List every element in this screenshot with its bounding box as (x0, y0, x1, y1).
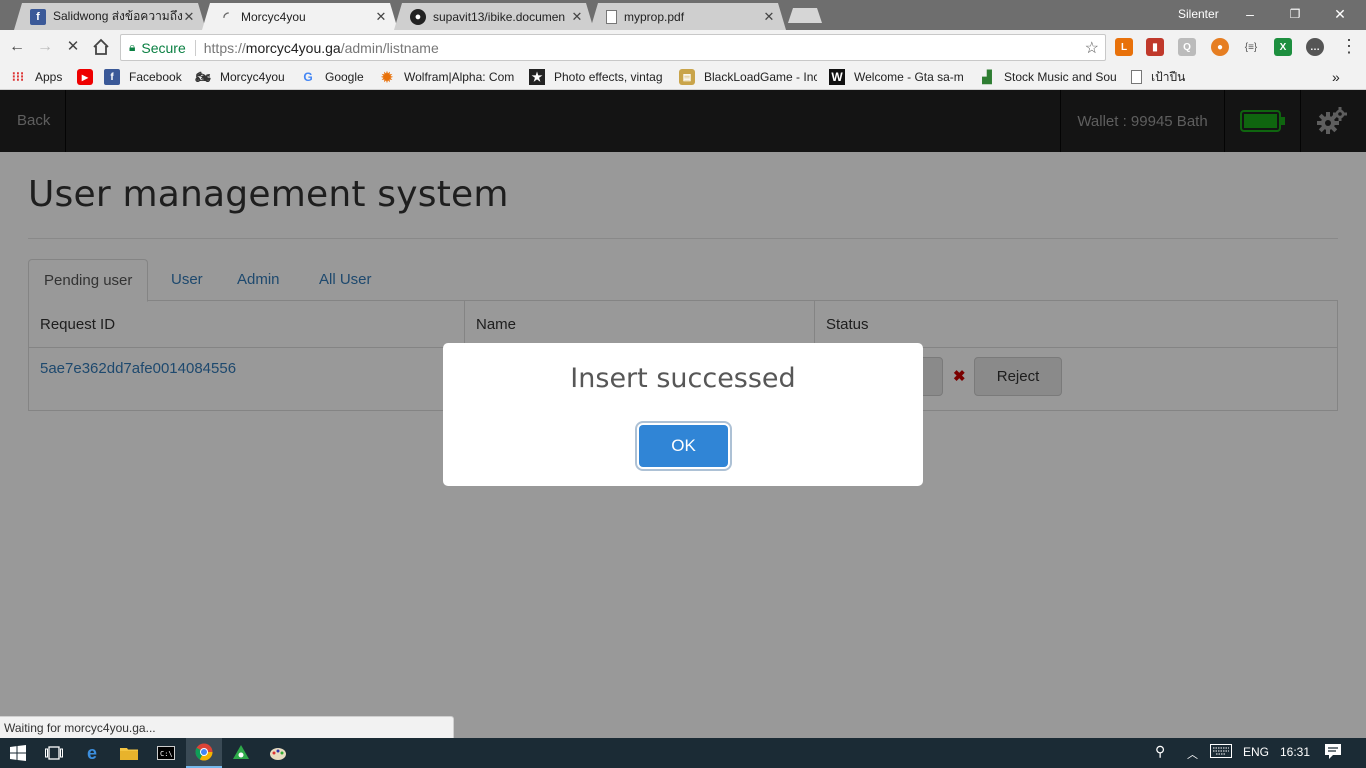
close-tab-icon[interactable]: ✕ (570, 9, 584, 25)
paint-icon[interactable] (260, 738, 296, 768)
back-arrow-icon[interactable]: ← (8, 38, 26, 56)
address-bar[interactable]: 🔒︎ Secure https:// morcyc4you.ga /admin/… (120, 34, 1106, 61)
clock-time[interactable]: 16:31 (1280, 745, 1310, 759)
stop-loading-icon[interactable]: ✕ (64, 38, 82, 56)
bookmark-label: BlackLoadGame - Inc (704, 70, 817, 84)
bookmark-blackloadgame[interactable]: ▤ BlackLoadGame - Inc (679, 68, 817, 86)
success-dialog: Insert successed OK (443, 343, 923, 486)
ok-button[interactable]: OK (639, 425, 728, 467)
show-hidden-icons-chevron-icon[interactable]: ︿ (1187, 746, 1198, 762)
tab-morcyc4you[interactable]: ◜ Morcyc4you ✕ (202, 3, 398, 30)
bookmark-thai[interactable]: เป้าปืน (1131, 68, 1185, 86)
new-tab-button[interactable] (788, 8, 822, 23)
bookmark-label: Morcyc4you (220, 70, 285, 84)
input-language[interactable]: ENG (1243, 745, 1269, 759)
document-icon (606, 9, 617, 24)
close-tab-icon[interactable]: ✕ (374, 9, 388, 25)
close-window-button[interactable]: ✕ (1329, 4, 1351, 24)
bookmarks-bar: ⁝⁝⁝ Apps ▶ f Facebook 🏍︎ Morcyc4you G Go… (0, 64, 1366, 90)
facebook-icon: f (104, 69, 120, 85)
home-icon[interactable] (92, 38, 110, 56)
star-icon: ★ (529, 69, 545, 85)
extension-icon[interactable]: L (1115, 38, 1133, 56)
extension-icon[interactable]: … (1306, 38, 1324, 56)
command-prompt-icon[interactable]: C:\ (148, 738, 184, 768)
browser-tab-strip: f Salidwong ส่งข้อความถึง Sr ✕ ◜ Morcyc4… (0, 0, 1366, 30)
bookmark-label: Stock Music and Sou (1004, 70, 1117, 84)
forward-arrow-icon[interactable]: → (36, 38, 54, 56)
extension-icon[interactable]: {≡} (1242, 38, 1260, 56)
apps-grid-icon: ⁝⁝⁝ (11, 69, 25, 84)
bookmark-label: Facebook (129, 70, 182, 84)
github-icon: ● (410, 8, 426, 25)
w-icon: W (829, 69, 845, 85)
bookmark-gta[interactable]: W Welcome - Gta sa-m (829, 68, 967, 86)
extension-icon[interactable]: ▮ (1146, 38, 1164, 56)
extension-icon[interactable]: Q (1178, 38, 1196, 56)
windows-start-icon[interactable] (0, 738, 36, 768)
extension-icon[interactable]: ● (1211, 38, 1229, 56)
url-scheme: https:// (203, 39, 246, 56)
chrome-icon[interactable] (186, 738, 222, 768)
url-path: /admin/listname (340, 39, 439, 56)
bookmark-label: Apps (35, 70, 63, 84)
tab-title: Morcyc4you (241, 9, 306, 24)
facebook-icon: f (30, 8, 46, 25)
bookmark-label: Google (325, 70, 364, 84)
bookmark-label: เป้าปืน (1151, 69, 1186, 84)
extension-icon[interactable]: X (1274, 38, 1292, 56)
browser-status-bar: Waiting for morcyc4you.ga... (0, 716, 454, 738)
bookmark-apps[interactable]: ⁝⁝⁝ Apps (10, 68, 63, 86)
people-icon[interactable]: ⚲ (1155, 743, 1165, 760)
wolfram-icon: ✹ (381, 68, 393, 85)
bookmark-label: Welcome - Gta sa-m (854, 70, 964, 84)
lock-icon: 🔒︎ (129, 40, 136, 54)
bookmark-wolfram[interactable]: ✹ Wolfram|Alpha: Com (379, 68, 517, 86)
page-icon (1131, 70, 1142, 84)
browser-toolbar: ← → ✕ 🔒︎ Secure https:// morcyc4you.ga /… (0, 30, 1366, 64)
minimize-button[interactable]: – (1239, 4, 1261, 24)
bookmark-label: Photo effects, vintag (554, 70, 663, 84)
google-icon: G (303, 70, 313, 84)
edge-browser-icon[interactable]: e (74, 738, 110, 768)
window-profile-name: Silenter (1178, 7, 1219, 21)
ok-label: OK (671, 436, 696, 455)
tab-title: myprop.pdf (624, 9, 685, 24)
close-tab-icon[interactable]: ✕ (762, 9, 776, 25)
game-icon: ▤ (679, 69, 695, 85)
task-view-icon[interactable] (36, 738, 72, 768)
app-icon[interactable] (223, 738, 259, 768)
more-bookmarks-icon[interactable]: » (1332, 68, 1340, 86)
status-text: Waiting for morcyc4you.ga... (4, 721, 156, 735)
bookmark-stock-music[interactable]: ▟ Stock Music and Sou (979, 68, 1118, 86)
tab-title: supavit13/ibike.documen (433, 9, 566, 24)
action-center-icon[interactable] (1324, 743, 1342, 763)
tab-title: Salidwong ส่งข้อความถึง Sr (53, 9, 182, 23)
dialog-title: Insert successed (570, 363, 796, 394)
file-explorer-icon[interactable] (111, 738, 147, 768)
keyboard-icon[interactable] (1210, 744, 1232, 761)
tab-facebook-message[interactable]: f Salidwong ส่งข้อความถึง Sr ✕ (14, 3, 206, 30)
restore-button[interactable]: ❐ (1284, 4, 1306, 24)
windows-taskbar: e C:\ ⚲ ︿ ENG 16:31 (0, 738, 1366, 768)
bookmark-facebook[interactable]: f Facebook (104, 68, 182, 86)
url-host: morcyc4you.ga (245, 39, 341, 56)
music-icon: ▟ (982, 70, 992, 84)
bookmark-google[interactable]: G Google (300, 68, 364, 86)
page-viewport: Back Wallet : 99945 Bath User management… (0, 90, 1366, 738)
motorcycle-icon: 🏍︎ (195, 70, 211, 84)
tab-myprop-pdf[interactable]: myprop.pdf ✕ (590, 3, 786, 30)
loading-spinner-icon: ◜ (223, 8, 229, 24)
close-tab-icon[interactable]: ✕ (182, 9, 196, 25)
bookmark-photo-effects[interactable]: ★ Photo effects, vintag (529, 68, 667, 86)
bookmark-label: Wolfram|Alpha: Com (404, 70, 515, 84)
bookmark-morcyc4you[interactable]: 🏍︎ Morcyc4you (195, 68, 285, 86)
secure-label: Secure (141, 39, 196, 56)
bookmark-youtube[interactable]: ▶ (77, 68, 102, 86)
tab-github[interactable]: ● supavit13/ibike.documen ✕ (394, 3, 594, 30)
youtube-icon: ▶ (77, 69, 93, 85)
menu-kebab-icon[interactable]: ⋮ (1340, 37, 1358, 56)
svg-text:C:\: C:\ (160, 750, 173, 758)
bookmark-star-icon[interactable]: ☆ (1085, 38, 1099, 58)
